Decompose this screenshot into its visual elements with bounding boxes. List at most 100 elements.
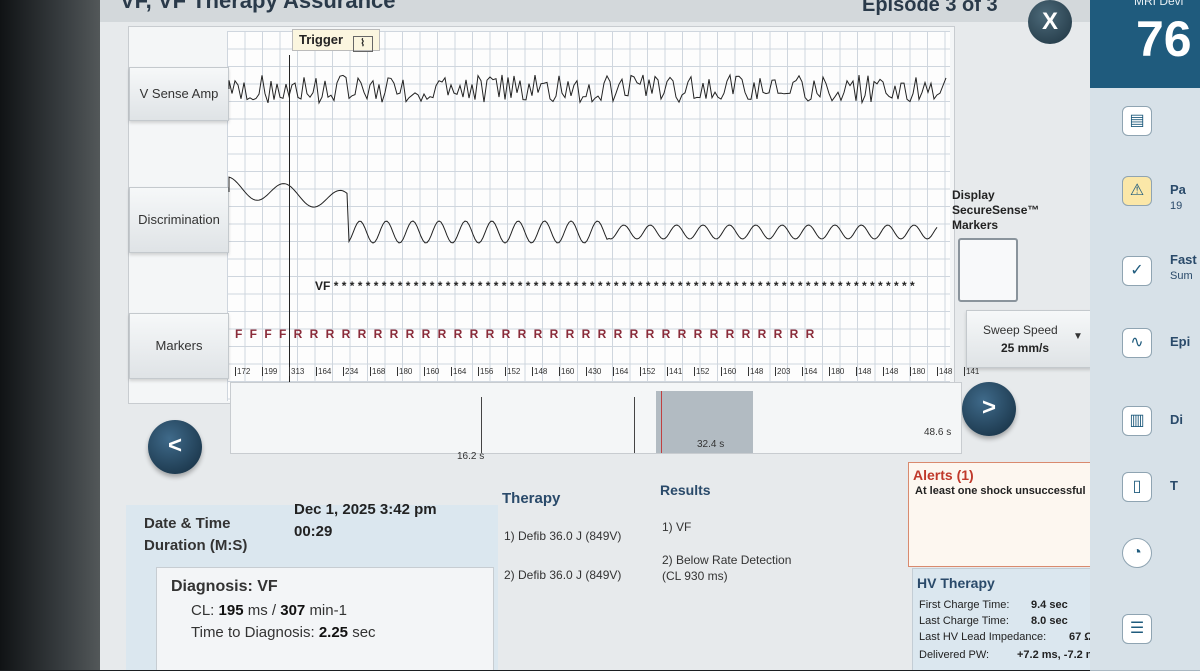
cl-rate-value: 307 <box>280 602 306 619</box>
duration-value: 00:29 <box>294 523 333 540</box>
page-title: VF, VF Therapy Assurance <box>120 0 396 13</box>
interval-value: 164 <box>316 367 343 376</box>
timeline-cursor <box>661 391 662 453</box>
date-duration-labels: Date & Time Duration (M:S) <box>144 513 247 557</box>
interval-value: 141 <box>667 367 694 376</box>
cycle-length: CL: 195 ms / 307 min-1 <box>191 602 347 619</box>
alerts-heading: Alerts (1) <box>913 467 974 483</box>
interval-row: 172 199 313 164 234 168 180 160 164 156 152 148 160 4… <box>235 367 991 376</box>
monitor-icon: ▤ <box>1122 106 1152 136</box>
interval-value: 172 <box>235 367 262 376</box>
vf-detection-row: VF * * * * * * * * * * * * * * * * * * *… <box>315 279 915 293</box>
interval-value: 164 <box>451 367 478 376</box>
interval-value: 180 <box>910 367 937 376</box>
cl-ms-value: 195 <box>218 602 244 619</box>
timeline-tick <box>481 397 482 453</box>
hv-row-value: 8.0 sec <box>1031 615 1068 627</box>
sidebar-item-label: T <box>1170 478 1178 493</box>
interval-value: 152 <box>694 367 721 376</box>
sidebar-item-diagnostics[interactable]: ▥ Di <box>1090 382 1200 461</box>
sweep-speed-value: 25 mm/s <box>1001 341 1050 355</box>
monitor-bezel <box>0 0 110 670</box>
hv-row-label: Last Charge Time: <box>919 615 1009 627</box>
egm-traces <box>228 73 947 244</box>
time-to-diagnosis: Time to Diagnosis: 2.25 sec <box>191 624 376 641</box>
waveform-icon: ∿ <box>1122 328 1152 358</box>
interval-value: 199 <box>262 367 289 376</box>
sidebar-item-label: Fast <box>1170 252 1197 267</box>
sweep-speed-label: Sweep Speed <box>983 323 1058 337</box>
sidebar-item-monitor[interactable]: ▤ <box>1090 88 1200 159</box>
close-button[interactable]: X <box>1028 0 1072 44</box>
chevron-down-icon: ▼ <box>1073 331 1083 342</box>
interval-value: 180 <box>397 367 424 376</box>
interval-value: 148 <box>937 367 964 376</box>
diagnosis-title: Diagnosis: VF <box>171 578 278 595</box>
sweep-speed-dropdown[interactable]: Sweep Speed 25 mm/s ▼ <box>966 310 1092 368</box>
sidebar-item-fast-summary[interactable]: ✓ Fast Sum <box>1090 228 1200 307</box>
sidebar-item-tests[interactable]: ▯ T <box>1090 460 1200 521</box>
hv-row-label: Last HV Lead Impedance: <box>919 631 1047 643</box>
interval-value: 313 <box>289 367 316 376</box>
prev-button[interactable]: < <box>148 420 202 474</box>
episode-info-panel: Date & Time Duration (M:S) Dec 1, 2025 3… <box>126 501 498 670</box>
interval-value: 148 <box>883 367 910 376</box>
episode-counter: Episode 3 of 3 <box>862 0 998 16</box>
timeline-tick <box>634 397 635 453</box>
interval-value: 160 <box>721 367 748 376</box>
duration-label: Duration (M:S) <box>144 537 248 554</box>
battery-icon: ▯ <box>1122 472 1152 502</box>
device-label: MRI Devi <box>1134 0 1184 8</box>
title-bar: VF, VF Therapy Assurance Episode 3 of 3 <box>100 0 1100 22</box>
date-time-label: Date & Time <box>144 515 231 532</box>
diagnosis-box: Diagnosis: VF CL: 195 ms / 307 min-1 Tim… <box>156 567 494 670</box>
ttd-value: 2.25 <box>318 624 349 641</box>
egm-panel: V Sense Amp Discrimination Markers Trigg… <box>128 26 979 405</box>
bar-chart-icon: ▥ <box>1122 406 1152 436</box>
interval-value: 148 <box>748 367 775 376</box>
warning-icon: ⚠ <box>1122 176 1152 206</box>
hv-row: Last Charge Time: 8.0 sec <box>919 615 1068 627</box>
list-icon: ☰ <box>1122 614 1152 644</box>
timeline-label: 32.4 s <box>697 439 725 450</box>
date-duration-values: Dec 1, 2025 3:42 pm 00:29 <box>294 499 437 543</box>
interval-value: 160 <box>424 367 451 376</box>
hv-row-value: +7.2 ms, -7.2 ms <box>1017 649 1102 661</box>
result-item: 2) Below Rate Detection (CL 930 ms) <box>662 552 791 584</box>
result-item-detail: (CL 930 ms) <box>662 569 728 583</box>
sidebar-item-settings[interactable]: ◔ <box>1090 520 1200 591</box>
interval-value: 234 <box>343 367 370 376</box>
interval-value: 164 <box>613 367 640 376</box>
sidebar-item-menu[interactable]: ☰ <box>1090 590 1200 671</box>
interval-value: 156 <box>478 367 505 376</box>
timeline-label: 16.2 s <box>457 451 485 462</box>
discrimination-trace <box>228 176 938 244</box>
alert-message: At least one shock unsuccessful <box>915 485 1086 497</box>
sidebar-item-sub: Sum <box>1170 270 1193 282</box>
ttd-label: Time to Diagnosis: <box>191 624 315 641</box>
gauge-icon: ◔ <box>1122 538 1152 568</box>
securesense-checkbox[interactable] <box>958 238 1018 302</box>
therapy-item: 2) Defib 36.0 J (849V) <box>504 568 622 582</box>
sidebar-item-patient[interactable]: ⚠ Pa 19 <box>1090 158 1200 229</box>
device-header: MRI Devi 76 <box>1090 0 1200 88</box>
cl-ms-unit: ms / <box>247 602 277 619</box>
next-button[interactable]: > <box>962 382 1016 436</box>
hv-row-value: 9.4 sec <box>1031 599 1068 611</box>
cl-rate-unit: min-1 <box>309 602 347 619</box>
sidebar-item-episodes[interactable]: ∿ Epi <box>1090 306 1200 383</box>
hv-row-label: Delivered PW: <box>919 649 990 661</box>
hv-row: Delivered PW: +7.2 ms, -7.2 ms <box>919 649 1102 661</box>
display-securesense-label: Display SecureSense™ Markers <box>952 188 1040 232</box>
interval-value: 168 <box>370 367 397 376</box>
interval-value: 430 <box>586 367 613 376</box>
checkmark-icon: ✓ <box>1122 256 1152 286</box>
hv-row: Last HV Lead Impedance: 67 Ω <box>919 631 1093 643</box>
episode-timeline[interactable]: 16.2 s 32.4 s <box>230 382 962 462</box>
sidebar-item-sub: 19 <box>1170 200 1183 212</box>
ttd-unit: sec <box>352 624 376 641</box>
interval-value: 141 <box>964 367 991 376</box>
sidebar-item-label: Di <box>1170 412 1183 427</box>
hv-therapy-heading: HV Therapy <box>917 575 995 591</box>
cl-label: CL: <box>191 602 215 619</box>
